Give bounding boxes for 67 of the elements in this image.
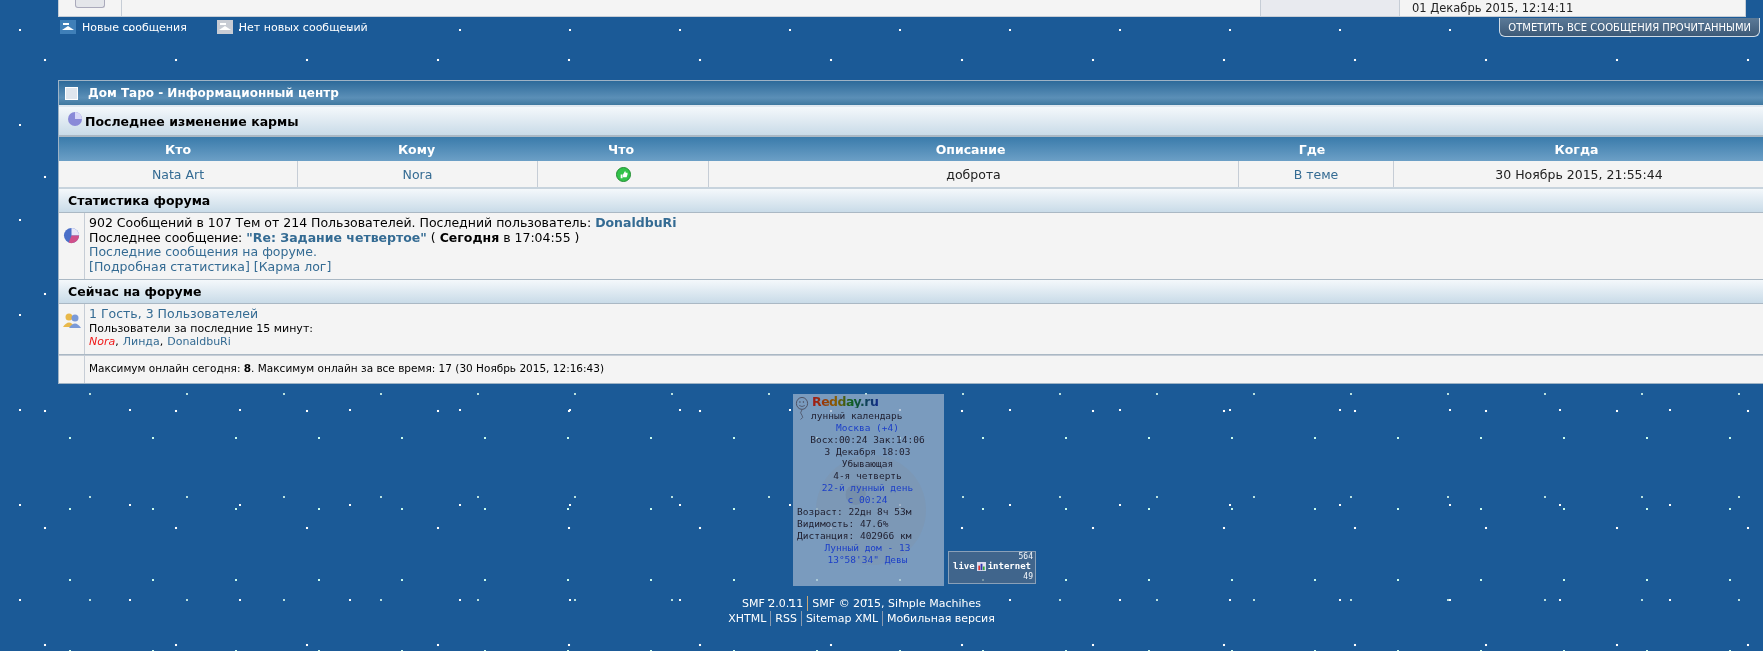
- separator: ,: [159, 335, 164, 348]
- footer-link[interactable]: RSS: [770, 610, 801, 626]
- moon-info: Убывающая: [840, 457, 895, 470]
- moon-link[interactable]: с 00:24: [795, 493, 944, 506]
- no-new-posts-icon: [216, 20, 233, 34]
- user-link[interactable]: DonaldbuRi: [167, 335, 231, 348]
- smiley-icon: [795, 395, 809, 422]
- liveinternet-counter[interactable]: 564 live internet 49: [948, 550, 1036, 584]
- legend-label: Новые сообщения: [82, 20, 187, 34]
- moon-info: 3 Декабря 18:03: [823, 445, 912, 458]
- footer-link[interactable]: Sitemap XML: [800, 610, 883, 626]
- online-count-link[interactable]: 1 Гость, 3 Пользователей: [89, 306, 259, 321]
- new-posts-icon: [60, 20, 76, 34]
- counter-label: live: [952, 560, 975, 572]
- user-link[interactable]: Линда: [122, 335, 160, 348]
- footer-link[interactable]: XHTML: [724, 610, 771, 626]
- collapse-icon[interactable]: [65, 86, 78, 100]
- column-header: Описание: [934, 140, 1007, 159]
- column-header: Где: [1297, 140, 1327, 159]
- moon-info: лунный календарь: [810, 409, 904, 422]
- mark-all-read-button[interactable]: ОТМЕТИТЬ ВСЕ СООБЩЕНИЯ ПРОЧИТАННЫМИ: [1499, 18, 1760, 37]
- pie-chart-icon: [67, 110, 83, 126]
- column-header: Когда: [1553, 140, 1600, 159]
- legend-label: Нет новых сообщений: [238, 20, 368, 34]
- recent-users-label: Пользователи за последние 15 минут:: [89, 321, 313, 335]
- post-link[interactable]: "Re: Задание четвертое": [246, 229, 427, 245]
- column-header: Что: [607, 140, 635, 159]
- moon-link[interactable]: Москва (+4): [795, 421, 944, 434]
- moon-info: Дистанция: 402966 км: [796, 529, 913, 542]
- panel-title: Дом Таро - Информационный центр: [88, 86, 339, 100]
- thumbs-up-icon: [615, 166, 631, 182]
- moon-info: 4-я четверть: [832, 469, 903, 482]
- table-cell: 30 Ноябрь 2015, 21:55:44: [1495, 166, 1663, 182]
- separator: ,: [115, 335, 119, 348]
- moon-link[interactable]: Лунный дом - 13: [795, 541, 944, 554]
- user-link[interactable]: Nora: [402, 166, 433, 182]
- footer-link[interactable]: SMF 2.0.11: [738, 595, 808, 611]
- recent-posts-link[interactable]: Последние сообщения на форуме.: [89, 244, 317, 259]
- bar-chart-icon: [976, 561, 986, 571]
- pie-chart-icon: [63, 227, 80, 244]
- counter-value: 49: [1023, 571, 1033, 581]
- online-title: Сейчас на форуме: [68, 284, 202, 299]
- stats-link[interactable]: [Подробная статистика]: [89, 259, 250, 274]
- redday-logo[interactable]: Redday.ru: [812, 395, 879, 408]
- counter-label: internet: [987, 560, 1031, 572]
- moon-link[interactable]: 22-й лунный день: [795, 481, 944, 494]
- users-icon: [62, 312, 81, 328]
- last-post-info: Последнее сообщение: "Re: Задание четвертое" ( Сегодня в 17:04:55 ): [89, 230, 581, 245]
- user-link[interactable]: Nata Art: [151, 166, 205, 182]
- member-link[interactable]: DonaldbuRi: [595, 215, 677, 230]
- table-cell: доброта: [946, 166, 1001, 182]
- moon-info: Восх:00:24 Зак:14:06: [809, 433, 926, 446]
- stats-summary: 902 Сообщений в 107 Тем от 214 Пользователей. Последний пользователь: DonaldbuRi: [89, 216, 677, 231]
- last-post-date: 01 Декабрь 2015, 12:14:11: [1412, 1, 1574, 15]
- column-header: Кому: [396, 140, 437, 159]
- counter-value: 564: [1018, 551, 1033, 561]
- topic-link[interactable]: В теме: [1293, 166, 1339, 182]
- karma-title: Последнее изменение кармы: [85, 113, 299, 129]
- column-header: Кто: [163, 140, 193, 159]
- max-online-info: Максимум онлайн сегодня: 8. Максимум онлайн за все время: 17 (30 Ноябрь 2015, 12:16:43): [88, 360, 606, 376]
- moon-link[interactable]: 13°58'34" Девы: [795, 553, 944, 566]
- stats-title: Статистика форума: [68, 193, 211, 208]
- footer-link[interactable]: SMF © 2015, Simple Machines: [807, 595, 985, 611]
- footer-link[interactable]: Мобильная версия: [882, 610, 999, 626]
- moon-info: Видимость: 47.6%: [796, 517, 890, 530]
- stats-link[interactable]: [Карма лог]: [253, 259, 332, 274]
- moon-info: Возраст: 22дн 8ч 53м: [796, 505, 913, 518]
